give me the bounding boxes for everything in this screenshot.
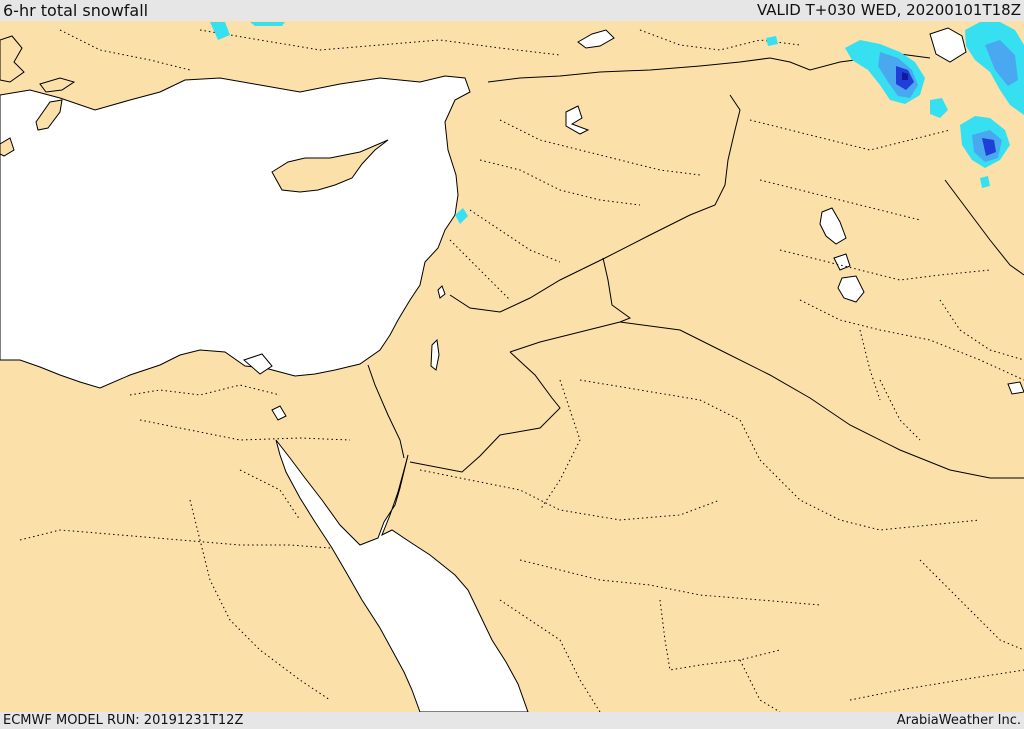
- credit-label: ArabiaWeather Inc.: [896, 713, 1021, 728]
- snowfall-map: [0, 21, 1024, 712]
- header-bar: 6-hr total snowfall VALID T+030 WED, 202…: [0, 0, 1024, 21]
- snow-light-area: [250, 22, 285, 26]
- weather-map-frame: 6-hr total snowfall VALID T+030 WED, 202…: [0, 0, 1024, 729]
- valid-time-label: VALID T+030 WED, 20200101T18Z: [756, 1, 1021, 19]
- model-run-label: ECMWF MODEL RUN: 20191231T12Z: [3, 713, 244, 728]
- footer-bar: ECMWF MODEL RUN: 20191231T12Z ArabiaWeat…: [0, 712, 1024, 729]
- map-title: 6-hr total snowfall: [3, 1, 149, 20]
